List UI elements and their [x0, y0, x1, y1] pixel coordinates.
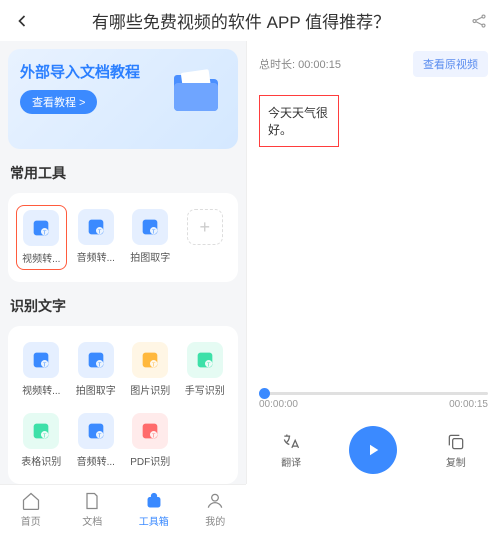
- tool-icon: T: [132, 342, 168, 378]
- tool-label: PDF识别: [130, 453, 170, 468]
- tool-grid-ocr: T 视频转... T 拍图取字 T 图片识别 T 手写识别 T 表格识别 T 音频转... T PDF识别: [8, 326, 238, 484]
- share-icon[interactable]: [470, 12, 488, 30]
- tool-label: 图片识别: [130, 382, 170, 397]
- tool-item[interactable]: T 表格识别: [16, 409, 67, 472]
- tab-icon: [21, 491, 41, 511]
- tool-icon: T: [23, 413, 59, 449]
- section-title: 识别文字: [8, 296, 238, 316]
- tool-item[interactable]: T 音频转...: [71, 409, 122, 472]
- tab-label: 工具箱: [139, 513, 169, 528]
- tutorial-banner[interactable]: 外部导入文档教程 查看教程 >: [8, 49, 238, 149]
- play-button[interactable]: [349, 426, 397, 474]
- duration-label: 总时长: 00:00:15: [259, 56, 341, 72]
- tab-我的[interactable]: 我的: [185, 491, 247, 528]
- plus-icon: +: [187, 209, 223, 245]
- page-title: 有哪些免费视频的软件 APP 值得推荐？: [40, 8, 442, 33]
- tool-label: 手写识别: [185, 382, 225, 397]
- right-header: 总时长: 00:00:15 查看原视频: [247, 41, 500, 87]
- copy-button[interactable]: 复制: [446, 432, 466, 469]
- main: 外部导入文档教程 查看教程 > 常用工具 T 视频转... T 音频转... T 拍图取字…: [0, 41, 500, 484]
- play-icon: [364, 441, 382, 459]
- tool-label: 拍图取字: [76, 382, 116, 397]
- tool-icon: T: [78, 209, 114, 245]
- slider-thumb[interactable]: [259, 388, 270, 399]
- tool-item[interactable]: T 拍图取字: [125, 205, 176, 270]
- tool-icon: T: [78, 413, 114, 449]
- section-ocr: 识别文字 T视频转...T拍图取字T图片识别T手写识别T表格识别T音频转...T…: [8, 296, 238, 484]
- tool-item[interactable]: T 音频转...: [71, 205, 122, 270]
- tool-item[interactable]: T 图片识别: [125, 338, 176, 401]
- tool-item[interactable]: T 手写识别: [180, 338, 231, 401]
- tab-label: 首页: [21, 513, 41, 528]
- tool-item[interactable]: T 视频转...: [16, 338, 67, 401]
- back-icon[interactable]: [12, 11, 32, 31]
- tool-label: 音频转...: [77, 453, 115, 468]
- time-end: 00:00:15: [449, 399, 488, 410]
- tab-文档[interactable]: 文档: [62, 491, 124, 528]
- tool-item[interactable]: T 拍图取字: [71, 338, 122, 401]
- time-start: 00:00:00: [259, 399, 298, 410]
- add-tool-button[interactable]: +: [180, 205, 231, 270]
- tab-工具箱[interactable]: 工具箱: [123, 491, 185, 528]
- section-title: 常用工具: [8, 163, 238, 183]
- right-panel: 总时长: 00:00:15 查看原视频 今天天气很好。 00:00:0000:0…: [246, 41, 500, 484]
- folder-icon: [166, 61, 226, 121]
- tool-grid-common: T 视频转... T 音频转... T 拍图取字 +: [8, 193, 238, 282]
- section-common: 常用工具 T 视频转... T 音频转... T 拍图取字 +: [8, 163, 238, 282]
- right-actions: 翻译 复制: [247, 416, 500, 484]
- tool-icon: T: [23, 210, 59, 246]
- view-original-button[interactable]: 查看原视频: [413, 51, 488, 77]
- transcript-area[interactable]: 今天天气很好。: [247, 87, 500, 386]
- tab-首页[interactable]: 首页: [0, 491, 62, 528]
- tool-label: 视频转...: [22, 250, 60, 265]
- tool-icon: T: [132, 209, 168, 245]
- tool-item[interactable]: T 视频转...: [16, 205, 67, 270]
- view-tutorial-button[interactable]: 查看教程 >: [20, 90, 97, 114]
- progress-slider[interactable]: 00:00:00 00:00:15: [247, 386, 500, 416]
- tool-label: 视频转...: [22, 382, 60, 397]
- copy-icon: [446, 432, 466, 452]
- tool-label: 表格识别: [21, 453, 61, 468]
- translate-button[interactable]: 翻译: [281, 432, 301, 469]
- transcript-text: 今天天气很好。: [259, 95, 339, 147]
- tool-icon: T: [132, 413, 168, 449]
- header: 有哪些免费视频的软件 APP 值得推荐？: [0, 0, 500, 41]
- tab-icon: [205, 491, 225, 511]
- tab-icon: [82, 491, 102, 511]
- left-panel: 外部导入文档教程 查看教程 > 常用工具 T 视频转... T 音频转... T 拍图取字…: [0, 41, 246, 484]
- tool-item[interactable]: T PDF识别: [125, 409, 176, 472]
- tab-icon: [144, 491, 164, 511]
- tool-label: 音频转...: [77, 249, 115, 264]
- tool-icon: T: [78, 342, 114, 378]
- tab-label: 我的: [205, 513, 225, 528]
- tab-label: 文档: [82, 513, 102, 528]
- translate-icon: [281, 432, 301, 452]
- tab-bar: 首页 文档 工具箱 我的: [0, 484, 246, 534]
- tool-icon: T: [23, 342, 59, 378]
- tool-label: 拍图取字: [130, 249, 170, 264]
- tool-icon: T: [187, 342, 223, 378]
